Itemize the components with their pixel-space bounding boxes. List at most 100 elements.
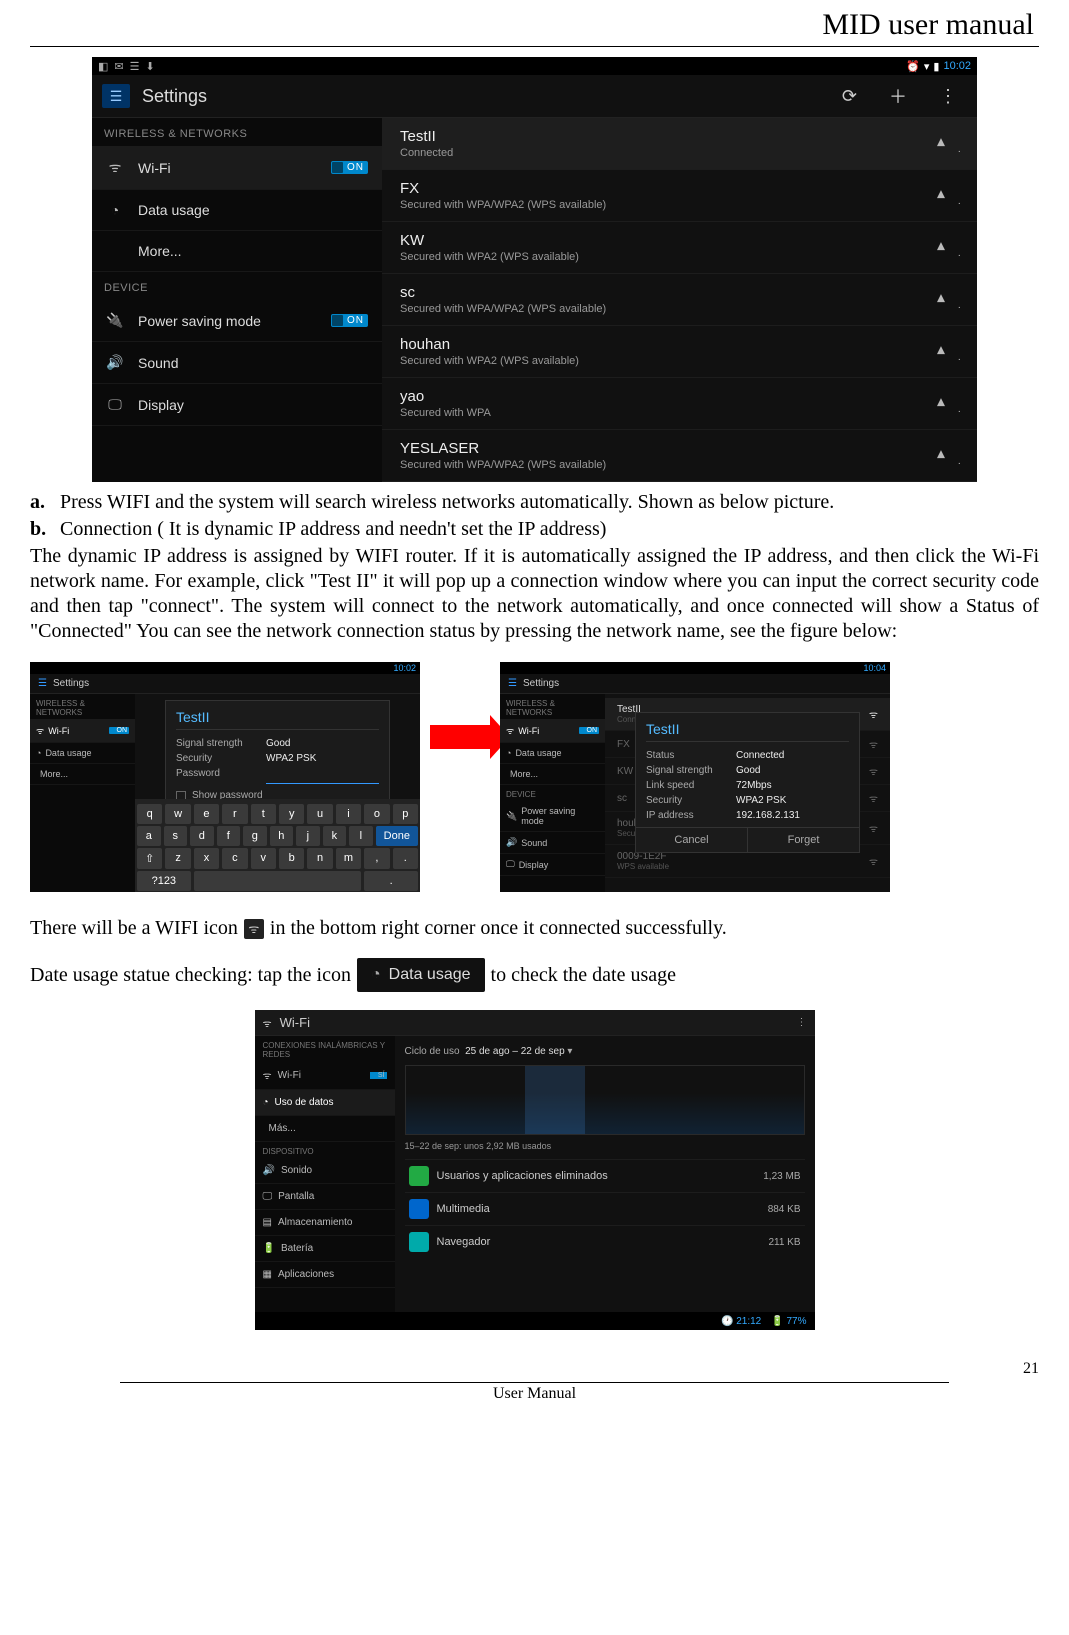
password-input[interactable]	[266, 768, 379, 784]
alarm-icon: ⏰	[906, 60, 920, 73]
wifi-signal-icon	[937, 341, 959, 363]
menu-icon[interactable]: ⋮	[797, 1017, 807, 1028]
on-screen-keyboard[interactable]: qwertyuiop asdfghjklDone ⇧zxcvbnm,. ?123…	[135, 799, 420, 892]
wifi-network-item[interactable]: FXSecured with WPA/WPA2 (WPS available)	[382, 170, 977, 222]
nav-more[interactable]: More...	[92, 231, 382, 272]
data-cycle[interactable]: Ciclo de uso 25 de ago – 22 de sep ▾	[405, 1042, 805, 1065]
step-a-label: a.	[30, 490, 52, 515]
key[interactable]: y	[279, 804, 304, 824]
key[interactable]: t	[251, 804, 276, 824]
key[interactable]: g	[243, 826, 267, 846]
data-usage-screenshot: ᯤ Wi-Fi ⋮ CONEXIONES INALÁMBRICAS Y REDE…	[255, 1010, 815, 1330]
step-a: a. Press WIFI and the system will search…	[30, 490, 1039, 515]
wifi-network-item[interactable]: scSecured with WPA/WPA2 (WPS available)	[382, 274, 977, 326]
app-usage-row[interactable]: Usuarios y aplicaciones eliminados1,23 M…	[405, 1159, 805, 1192]
wifi-network-item[interactable]: KWSecured with WPA2 (WPS available)	[382, 222, 977, 274]
wifi-icon: ᯤ	[263, 1016, 272, 1030]
wifi-connect-dialog-screenshot: 10:02 ☰Settings WIRELESS & NETWORKS ᯤWi-…	[30, 662, 420, 892]
key[interactable]: p	[393, 804, 418, 824]
key[interactable]: r	[222, 804, 247, 824]
wifi-network-item[interactable]: YESLASERSecured with WPA/WPA2 (WPS avail…	[382, 430, 977, 482]
key[interactable]: n	[307, 848, 332, 869]
step-a-body: Press WIFI and the system will search wi…	[60, 490, 834, 515]
wifi-network-item[interactable]: yaoSecured with WPA	[382, 378, 977, 430]
step-b-label: b.	[30, 517, 52, 542]
wifi-icon: ᯤ	[106, 158, 124, 177]
settings-wifi-screenshot: ◧ ✉ ☰ ⬇ ⏰ ▾ ▮ 10:02 ☰ Settings ⟳ ＋ ⋮ WIR…	[30, 57, 1039, 482]
status-time: 10:02	[943, 60, 971, 72]
wifi-info-dialog-screenshot: 10:04 ☰Settings WIRELESS & NETWORKS ᯤWi-…	[500, 662, 890, 892]
key[interactable]: c	[222, 848, 247, 869]
footer-text: User Manual	[30, 1385, 1039, 1403]
key-sym[interactable]: ?123	[137, 871, 191, 891]
data-usage-line: Date usage statue checking: tap the icon…	[30, 958, 1039, 992]
app-usage-row[interactable]: Multimedia884 KB	[405, 1192, 805, 1225]
key[interactable]: ⇧	[137, 848, 162, 869]
key[interactable]: e	[194, 804, 219, 824]
key[interactable]: .	[393, 848, 418, 869]
key[interactable]: l	[349, 826, 373, 846]
key[interactable]: x	[194, 848, 219, 869]
key[interactable]: q	[137, 804, 162, 824]
nav-display-label: Display	[138, 397, 184, 413]
key[interactable]: o	[364, 804, 389, 824]
status-icon: ◧	[98, 60, 108, 73]
settings-titlebar: ☰ Settings ⟳ ＋ ⋮	[92, 75, 977, 118]
cancel-button[interactable]: Cancel	[636, 828, 747, 852]
forget-button[interactable]: Forget	[747, 828, 859, 852]
wifi-status-icon: ▾	[924, 60, 930, 73]
status-icon: ☰	[130, 60, 140, 73]
key[interactable]: w	[165, 804, 190, 824]
menu-icon[interactable]: ⋮	[929, 86, 967, 107]
nav-power-saving[interactable]: 🔌 Power saving mode ON	[92, 300, 382, 342]
settings-icon: ☰	[38, 678, 47, 689]
add-network-icon[interactable]: ＋	[879, 83, 917, 109]
wifi-info-dialog: TestII StatusConnected Signal strengthGo…	[635, 712, 860, 853]
nav-data-usage[interactable]: ◔ Data usage	[92, 190, 382, 231]
refresh-icon[interactable]: ⟳	[832, 86, 867, 107]
wifi-switch[interactable]: ON	[331, 161, 368, 174]
key[interactable]: f	[217, 826, 241, 846]
wifi-signal-icon	[937, 237, 959, 259]
key[interactable]: i	[336, 804, 361, 824]
status-bar: ◧ ✉ ☰ ⬇ ⏰ ▾ ▮ 10:02	[92, 57, 977, 75]
wifi-network-item[interactable]: TestIIConnected	[382, 118, 977, 170]
app-usage-row[interactable]: Navegador211 KB	[405, 1225, 805, 1258]
key-period[interactable]: .	[364, 871, 418, 891]
sound-icon: 🔊	[106, 354, 124, 371]
wifi-network-list: TestIIConnectedFXSecured with WPA/WPA2 (…	[382, 118, 977, 482]
settings-nav: CONEXIONES INALÁMBRICAS Y REDES ᯤWi-FiSÍ…	[255, 1036, 395, 1312]
key[interactable]: j	[296, 826, 320, 846]
nav-wifi[interactable]: ᯤ Wi-Fi ON	[92, 146, 382, 190]
key[interactable]: v	[251, 848, 276, 869]
data-usage-button[interactable]: ◔ Data usage	[357, 958, 485, 992]
key[interactable]: d	[190, 826, 214, 846]
wifi-signal-icon	[937, 133, 959, 155]
nav-wifi-label: Wi-Fi	[138, 160, 171, 176]
settings-title: Settings	[142, 86, 207, 107]
key[interactable]: k	[323, 826, 347, 846]
nav-display[interactable]: 🖵 Display	[92, 384, 382, 426]
key[interactable]: m	[336, 848, 361, 869]
key[interactable]: a	[137, 826, 161, 846]
wifi-signal-icon	[937, 185, 959, 207]
nav-power-label: Power saving mode	[138, 313, 261, 329]
paragraph-connection: The dynamic IP address is assigned by WI…	[30, 544, 1039, 644]
key[interactable]: h	[270, 826, 294, 846]
key[interactable]: s	[164, 826, 188, 846]
key[interactable]: z	[165, 848, 190, 869]
wifi-status-icon: ᯤ	[244, 919, 264, 939]
key-space[interactable]	[194, 871, 362, 891]
key[interactable]: u	[307, 804, 332, 824]
section-device: DEVICE	[92, 272, 382, 300]
power-switch[interactable]: ON	[331, 314, 368, 327]
key[interactable]: b	[279, 848, 304, 869]
settings-icon: ☰	[102, 84, 130, 108]
key[interactable]: ,	[364, 848, 389, 869]
nav-sound[interactable]: 🔊 Sound	[92, 342, 382, 384]
wifi-signal-icon	[937, 393, 959, 415]
dialog-network-name: TestII	[646, 721, 849, 742]
key-done[interactable]: Done	[376, 826, 418, 846]
wifi-network-item[interactable]: houhanSecured with WPA2 (WPS available)	[382, 326, 977, 378]
data-usage-chart[interactable]	[405, 1065, 805, 1135]
